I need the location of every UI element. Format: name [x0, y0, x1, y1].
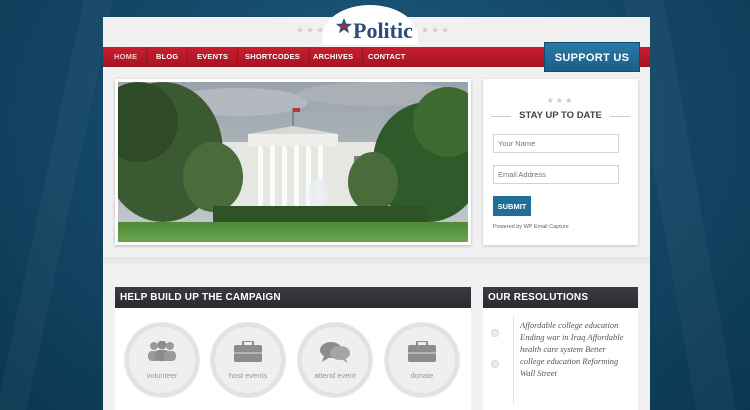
- logo-text[interactable]: Politic: [353, 18, 413, 44]
- chat-icon: [320, 342, 350, 363]
- nav-item-blog[interactable]: BLOG: [147, 47, 189, 67]
- attend-event-button[interactable]: attend event: [298, 323, 372, 397]
- host-events-button[interactable]: host events: [211, 323, 285, 397]
- timeline-bullet: [491, 329, 499, 337]
- people-icon: [148, 341, 176, 361]
- resolutions-text: Affordable college education Ending war …: [520, 320, 624, 378]
- support-us-button[interactable]: SUPPORT US: [544, 42, 640, 72]
- title-rule-right: [610, 116, 630, 117]
- briefcase-icon: [408, 341, 436, 362]
- powered-by-text: Powered by WP Email Capture: [493, 224, 569, 230]
- nav-item-events[interactable]: EVENTS: [188, 47, 239, 67]
- section-divider: [103, 257, 650, 267]
- star-decoration: ★★★: [546, 96, 575, 105]
- campaign-title: HELP BUILD UP THE CAMPAIGN: [115, 287, 471, 308]
- volunteer-button[interactable]: volunteer: [125, 323, 199, 397]
- donate-label: donate: [410, 371, 434, 380]
- resolutions-section: OUR RESOLUTIONS Affordable college educa…: [483, 287, 638, 410]
- nav-item-home[interactable]: HOME: [105, 47, 148, 67]
- timeline-bullet: [491, 360, 499, 368]
- name-input[interactable]: [493, 134, 619, 153]
- white-house-photo: [118, 82, 468, 242]
- email-input[interactable]: [493, 165, 619, 184]
- nav-item-archives[interactable]: ARCHIVES: [304, 47, 364, 67]
- submit-button[interactable]: SUBMIT: [493, 196, 531, 216]
- donate-button[interactable]: donate: [385, 323, 459, 397]
- star-decoration-left: ★★★: [296, 25, 327, 35]
- volunteer-label: volunteer: [146, 371, 178, 380]
- host-events-label: host events: [228, 371, 268, 380]
- nav-item-shortcodes[interactable]: SHORTCODES: [236, 47, 310, 67]
- campaign-section: HELP BUILD UP THE CAMPAIGN volunteer hos…: [115, 287, 471, 410]
- newsletter-signup: ★★★ STAY UP TO DATE SUBMIT Powered by WP…: [483, 79, 638, 245]
- background-ray: [0, 0, 114, 410]
- star-decoration-right: ★★★: [421, 25, 452, 35]
- briefcase-icon: [234, 341, 262, 362]
- page-container: ★★★ ★★★ Politic HOME BLOG EVENTS SHORTCO…: [103, 5, 650, 410]
- timeline-line: [513, 315, 514, 405]
- logo-star-icon: [335, 17, 353, 34]
- attend-event-label: attend event: [314, 371, 356, 380]
- hero-image: [115, 79, 471, 245]
- resolutions-title: OUR RESOLUTIONS: [483, 287, 638, 308]
- nav-item-contact[interactable]: CONTACT: [359, 47, 415, 67]
